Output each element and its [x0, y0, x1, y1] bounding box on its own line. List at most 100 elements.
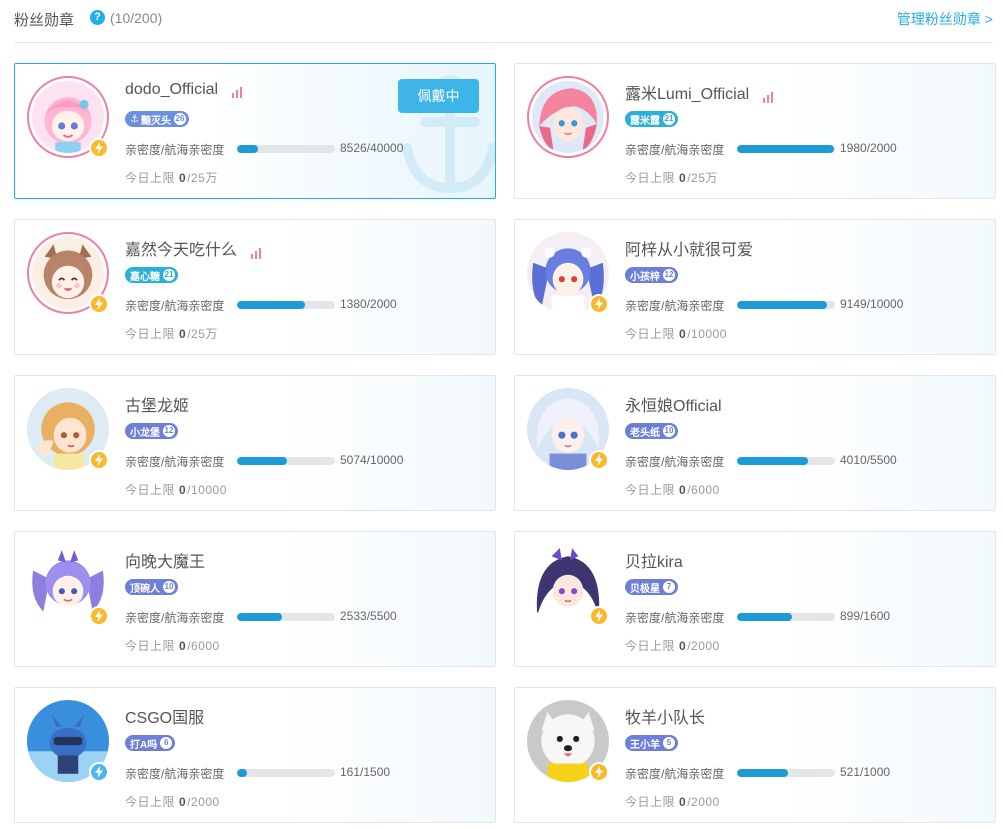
daily-limit-label: 今日上限: [125, 171, 176, 185]
intimacy-progress-fill: [737, 613, 793, 621]
medal-card[interactable]: 贝拉kira 贝极星 7 亲密度/航海亲密度 899/1600 今日上限 0/20…: [514, 531, 996, 667]
streamer-name[interactable]: 贝拉kira: [625, 554, 683, 571]
intimacy-progress-fill: [737, 457, 809, 465]
medal-level: 7: [663, 581, 675, 593]
intimacy-value: 161/1500: [340, 765, 391, 779]
medal-card[interactable]: 古堡龙姬 小龙堡 12 亲密度/航海亲密度 5074/10000 今日上限 0/1…: [14, 375, 496, 511]
lightning-icon: [589, 450, 609, 470]
medal-name: 露米露: [630, 115, 660, 127]
streamer-name-row: dodo_Official: [125, 80, 244, 99]
streamer-avatar[interactable]: [527, 76, 609, 158]
medal-count: (10/200): [110, 10, 163, 26]
daily-limit-label: 今日上限: [125, 327, 176, 341]
wearing-button[interactable]: 佩戴中: [398, 79, 479, 113]
fan-medal-badge: ⚓ 黯灭头 26: [125, 111, 189, 127]
daily-limit: 今日上限 0/25万: [625, 169, 718, 186]
medal-card[interactable]: 露米Lumi_Official 露米露 21 亲密度/航海亲密度 1980/20…: [514, 63, 996, 199]
daily-limit-total: /25万: [687, 171, 718, 185]
lightning-icon: [89, 450, 109, 470]
medal-card[interactable]: 阿梓从小就很可爱 小孩梓 12 亲密度/航海亲密度 9149/10000 今日上…: [514, 219, 996, 355]
daily-limit-total: /10000: [687, 327, 727, 341]
daily-limit-used: 0: [679, 795, 687, 809]
question-circle-icon[interactable]: ?: [90, 10, 105, 25]
intimacy-progress-bar: [737, 301, 835, 309]
streamer-name-row: 阿梓从小就很可爱: [625, 236, 753, 260]
intimacy-progress-fill: [737, 145, 835, 153]
fan-medal-badge: 顶碗人 10: [125, 579, 178, 595]
streamer-name[interactable]: 露米Lumi_Official: [625, 86, 749, 103]
streamer-name[interactable]: 古堡龙姬: [125, 398, 189, 415]
streamer-name[interactable]: 阿梓从小就很可爱: [625, 242, 753, 259]
medal-name: 打A吗: [130, 739, 158, 751]
intimacy-progress-bar: [737, 613, 835, 621]
streamer-name-row: 嘉然今天吃什么: [125, 236, 263, 260]
daily-limit-used: 0: [179, 795, 187, 809]
intimacy-label: 亲密度/航海亲密度: [625, 455, 725, 469]
medal-card[interactable]: dodo_Official ⚓ 黯灭头 26 亲密度/航海亲密度 8526/40…: [14, 63, 496, 199]
medal-card[interactable]: 永恒娘Official 老头纸 10 亲密度/航海亲密度 4010/5500 今…: [514, 375, 996, 511]
daily-limit: 今日上限 0/10000: [625, 325, 727, 342]
medal-card[interactable]: 向晚大魔王 顶碗人 10 亲密度/航海亲密度 2533/5500 今日上限 0/6…: [14, 531, 496, 667]
intimacy-value: 899/1600: [840, 609, 891, 623]
medal-card[interactable]: 牧羊小队长 王小羊 5 亲密度/航海亲密度 521/1000 今日上限 0/200…: [514, 687, 996, 823]
fan-medal-badge: 嘉心糖 21: [125, 267, 178, 283]
daily-limit-used: 0: [179, 327, 187, 341]
daily-limit-label: 今日上限: [125, 639, 176, 653]
daily-limit-total: /2000: [687, 639, 720, 653]
daily-limit-used: 0: [679, 327, 687, 341]
streamer-name[interactable]: 向晚大魔王: [125, 554, 205, 571]
daily-limit: 今日上限 0/10000: [125, 481, 227, 498]
intimacy-label: 亲密度/航海亲密度: [625, 299, 725, 313]
medal-level: 21: [663, 113, 675, 125]
intimacy-value: 9149/10000: [840, 297, 904, 311]
daily-limit-total: /6000: [687, 483, 720, 497]
intimacy-label: 亲密度/航海亲密度: [625, 767, 725, 781]
intimacy-label: 亲密度/航海亲密度: [125, 611, 225, 625]
medal-name: 小龙堡: [130, 427, 160, 439]
streamer-name[interactable]: 嘉然今天吃什么: [125, 242, 237, 259]
intimacy-progress-bar: [237, 769, 335, 777]
medal-level: 5: [663, 737, 675, 749]
daily-limit: 今日上限 0/2000: [125, 793, 220, 810]
intimacy-progress-bar: [237, 301, 335, 309]
page-title: 粉丝勋章: [14, 12, 75, 29]
daily-limit-total: /2000: [687, 795, 720, 809]
intimacy-value: 8526/40000: [340, 141, 404, 155]
intimacy-progress-fill: [237, 145, 258, 153]
daily-limit-label: 今日上限: [625, 327, 676, 341]
streamer-name-row: 永恒娘Official: [625, 392, 722, 416]
intimacy-label: 亲密度/航海亲密度: [125, 767, 225, 781]
daily-limit-label: 今日上限: [625, 171, 676, 185]
fan-medal-badge: 王小羊 5: [625, 735, 678, 751]
intimacy-value: 1380/2000: [340, 297, 397, 311]
intimacy-value: 5074/10000: [340, 453, 404, 467]
lightning-icon: [89, 762, 109, 782]
intimacy-progress-bar: [737, 145, 835, 153]
manage-medals-link[interactable]: 管理粉丝勋章 >: [897, 9, 993, 29]
anchor-icon: ⚓: [130, 113, 139, 125]
medal-card[interactable]: 嘉然今天吃什么 嘉心糖 21 亲密度/航海亲密度 1380/2000 今日上限 0…: [14, 219, 496, 355]
daily-limit-label: 今日上限: [125, 795, 176, 809]
streamer-name[interactable]: 牧羊小队长: [625, 710, 705, 727]
streamer-name[interactable]: CSGO国服: [125, 710, 204, 727]
streamer-name-row: 贝拉kira: [625, 548, 683, 572]
daily-limit-used: 0: [179, 483, 187, 497]
medal-level: 21: [163, 269, 175, 281]
daily-limit-total: /25万: [187, 327, 218, 341]
lightning-icon: [89, 294, 109, 314]
live-indicator-icon: [232, 80, 244, 98]
streamer-name[interactable]: 永恒娘Official: [625, 398, 722, 415]
daily-limit-label: 今日上限: [625, 483, 676, 497]
intimacy-label: 亲密度/航海亲密度: [125, 143, 225, 157]
streamer-name[interactable]: dodo_Official: [125, 81, 218, 98]
intimacy-progress-bar: [237, 457, 335, 465]
medal-name: 顶碗人: [130, 583, 160, 595]
intimacy-label: 亲密度/航海亲密度: [625, 611, 725, 625]
daily-limit-used: 0: [679, 483, 687, 497]
daily-limit-used: 0: [679, 639, 687, 653]
medal-level: 10: [163, 581, 175, 593]
fan-medal-badge: 打A吗 6: [125, 735, 176, 751]
lightning-icon: [89, 606, 109, 626]
medal-card[interactable]: CSGO国服 打A吗 6 亲密度/航海亲密度 161/1500 今日上限 0/20…: [14, 687, 496, 823]
medal-level: 26: [173, 113, 186, 125]
